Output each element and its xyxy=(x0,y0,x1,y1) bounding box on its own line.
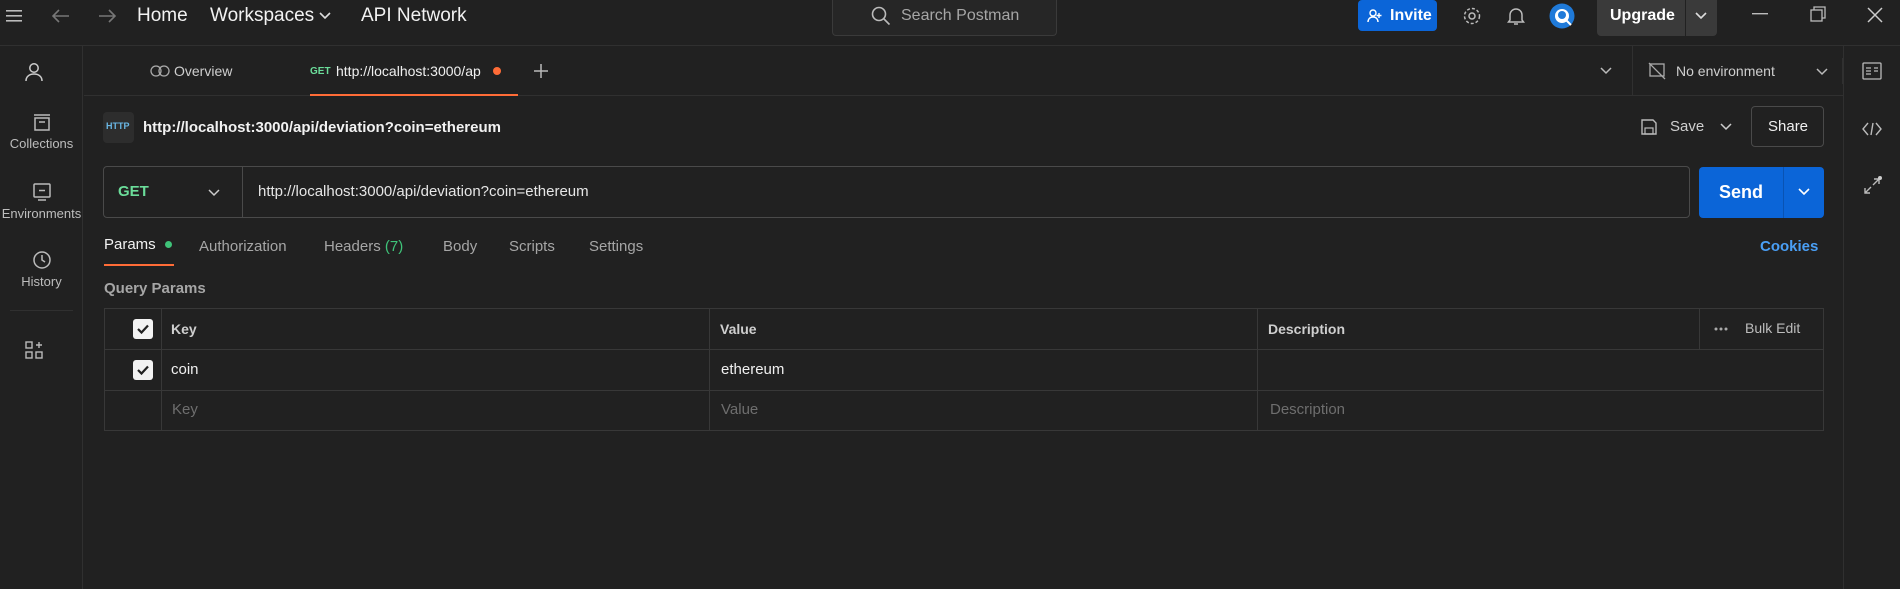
forward-arrow-icon[interactable] xyxy=(96,6,118,26)
method-selector[interactable]: GET xyxy=(104,167,243,217)
param-value-cell[interactable]: ethereum xyxy=(721,361,784,378)
settings-gear-icon[interactable] xyxy=(1460,4,1484,28)
tab-headers[interactable]: Headers (7) xyxy=(324,238,403,255)
column-header-value: Value xyxy=(720,321,757,337)
tab-settings[interactable]: Settings xyxy=(589,238,643,255)
method-label: GET xyxy=(118,183,149,200)
checkmark-icon xyxy=(137,365,149,376)
new-key-input[interactable]: Key xyxy=(172,401,198,418)
invite-button[interactable]: Invite xyxy=(1358,0,1437,31)
upgrade-chevron-down-icon[interactable] xyxy=(1689,8,1713,24)
upgrade-button[interactable]: Upgrade xyxy=(1610,7,1675,25)
sidebar-item-history[interactable]: History xyxy=(0,250,83,289)
minimize-window-icon[interactable] xyxy=(1750,4,1770,24)
http-badge-icon: HTTP xyxy=(103,112,134,143)
workspaces-menu[interactable]: Workspaces xyxy=(210,6,314,26)
param-key-cell[interactable]: coin xyxy=(171,361,199,378)
related-collections-icon[interactable] xyxy=(1860,174,1884,198)
method-chevron-down-icon xyxy=(208,189,220,197)
search-bar[interactable]: Search Postman xyxy=(832,0,1057,36)
left-sidebar: Collections Environments History xyxy=(0,46,83,589)
environment-selector[interactable]: No environment xyxy=(1648,46,1833,96)
tab-request-title: http://localhost:3000/ap xyxy=(336,63,481,79)
tab-headers-label: Headers xyxy=(324,238,381,255)
more-options-icon[interactable] xyxy=(1711,321,1731,337)
code-snippet-icon[interactable] xyxy=(1860,118,1884,140)
save-button[interactable]: Save xyxy=(1636,112,1720,142)
new-tab-plus-icon[interactable] xyxy=(530,60,552,82)
send-options-chevron-icon[interactable] xyxy=(1785,183,1823,201)
tabs-overflow-chevron-icon[interactable] xyxy=(1596,62,1616,80)
checkmark-icon xyxy=(137,324,149,335)
select-all-checkbox[interactable] xyxy=(133,319,153,339)
save-label: Save xyxy=(1670,118,1705,135)
sidebar-item-label: Environments xyxy=(1,206,82,221)
collections-icon xyxy=(33,114,50,131)
user-icon[interactable] xyxy=(22,60,46,84)
home-link[interactable]: Home xyxy=(137,6,188,26)
no-environment-icon xyxy=(1648,62,1666,80)
title-bar: Home Workspaces API Network Search Postm… xyxy=(0,0,1900,46)
tab-overview-label: Overview xyxy=(174,63,233,79)
configure-workbench-icon[interactable] xyxy=(22,338,46,362)
url-input[interactable]: http://localhost:3000/api/deviation?coin… xyxy=(258,183,589,200)
avatar[interactable] xyxy=(1548,2,1576,30)
row-enabled-checkbox[interactable] xyxy=(133,360,153,380)
environment-label: No environment xyxy=(1676,63,1775,79)
new-value-input[interactable]: Value xyxy=(721,401,758,418)
sidebar-item-environments[interactable]: Environments xyxy=(0,182,83,221)
upgrade-button-group: Upgrade xyxy=(1597,0,1717,36)
invite-label: Invite xyxy=(1390,7,1432,24)
unsaved-changes-dot xyxy=(493,67,501,75)
share-label: Share xyxy=(1768,118,1809,135)
tab-method-badge: GET xyxy=(310,66,331,77)
headers-count: (7) xyxy=(384,238,404,255)
sidebar-item-collections[interactable]: Collections xyxy=(0,112,83,151)
tab-params-label: Params xyxy=(104,236,156,253)
sidebar-item-label: History xyxy=(21,274,62,289)
history-icon xyxy=(32,251,51,269)
environment-quick-look-icon[interactable] xyxy=(1860,60,1884,82)
save-options-chevron-icon[interactable] xyxy=(1718,118,1734,136)
tab-bar: Overview GET http://localhost:3000/ap No… xyxy=(84,46,1844,96)
tab-authorization[interactable]: Authorization xyxy=(199,238,287,255)
right-context-bar xyxy=(1843,46,1900,589)
back-arrow-icon[interactable] xyxy=(50,6,72,26)
restore-window-icon[interactable] xyxy=(1808,4,1828,24)
environment-chevron-down-icon xyxy=(1816,68,1828,76)
overview-icon xyxy=(150,65,170,77)
send-button-group: Send xyxy=(1699,167,1824,218)
search-icon xyxy=(871,6,891,26)
notifications-bell-icon[interactable] xyxy=(1504,4,1528,28)
tab-scripts[interactable]: Scripts xyxy=(509,238,555,255)
share-button[interactable]: Share xyxy=(1751,106,1824,147)
tab-overview[interactable]: Overview xyxy=(144,46,294,96)
new-description-input[interactable]: Description xyxy=(1270,401,1345,418)
column-header-description: Description xyxy=(1268,321,1346,337)
sidebar-item-label: Collections xyxy=(9,136,74,151)
environments-icon xyxy=(32,183,51,201)
save-disk-icon xyxy=(1641,119,1657,135)
cookies-link[interactable]: Cookies xyxy=(1760,238,1818,255)
menu-icon[interactable] xyxy=(4,6,24,26)
send-button[interactable]: Send xyxy=(1699,167,1783,218)
tab-request-active[interactable]: GET http://localhost:3000/ap xyxy=(310,46,518,96)
column-header-key: Key xyxy=(171,321,197,337)
close-window-icon[interactable] xyxy=(1864,4,1886,26)
search-placeholder: Search Postman xyxy=(901,7,1020,24)
chevron-down-icon[interactable] xyxy=(316,8,334,24)
add-user-icon xyxy=(1367,9,1382,23)
query-params-title: Query Params xyxy=(104,280,206,297)
params-active-dot xyxy=(165,241,173,249)
api-network-link[interactable]: API Network xyxy=(361,6,467,26)
request-title[interactable]: http://localhost:3000/api/deviation?coin… xyxy=(143,119,501,136)
tab-body[interactable]: Body xyxy=(443,238,477,255)
url-bar: GET http://localhost:3000/api/deviation?… xyxy=(103,166,1690,218)
query-params-table: Key Value Description Bulk Edit coin eth… xyxy=(104,308,1824,431)
bulk-edit-button[interactable]: Bulk Edit xyxy=(1745,320,1800,336)
tab-params[interactable]: Params xyxy=(104,236,175,266)
